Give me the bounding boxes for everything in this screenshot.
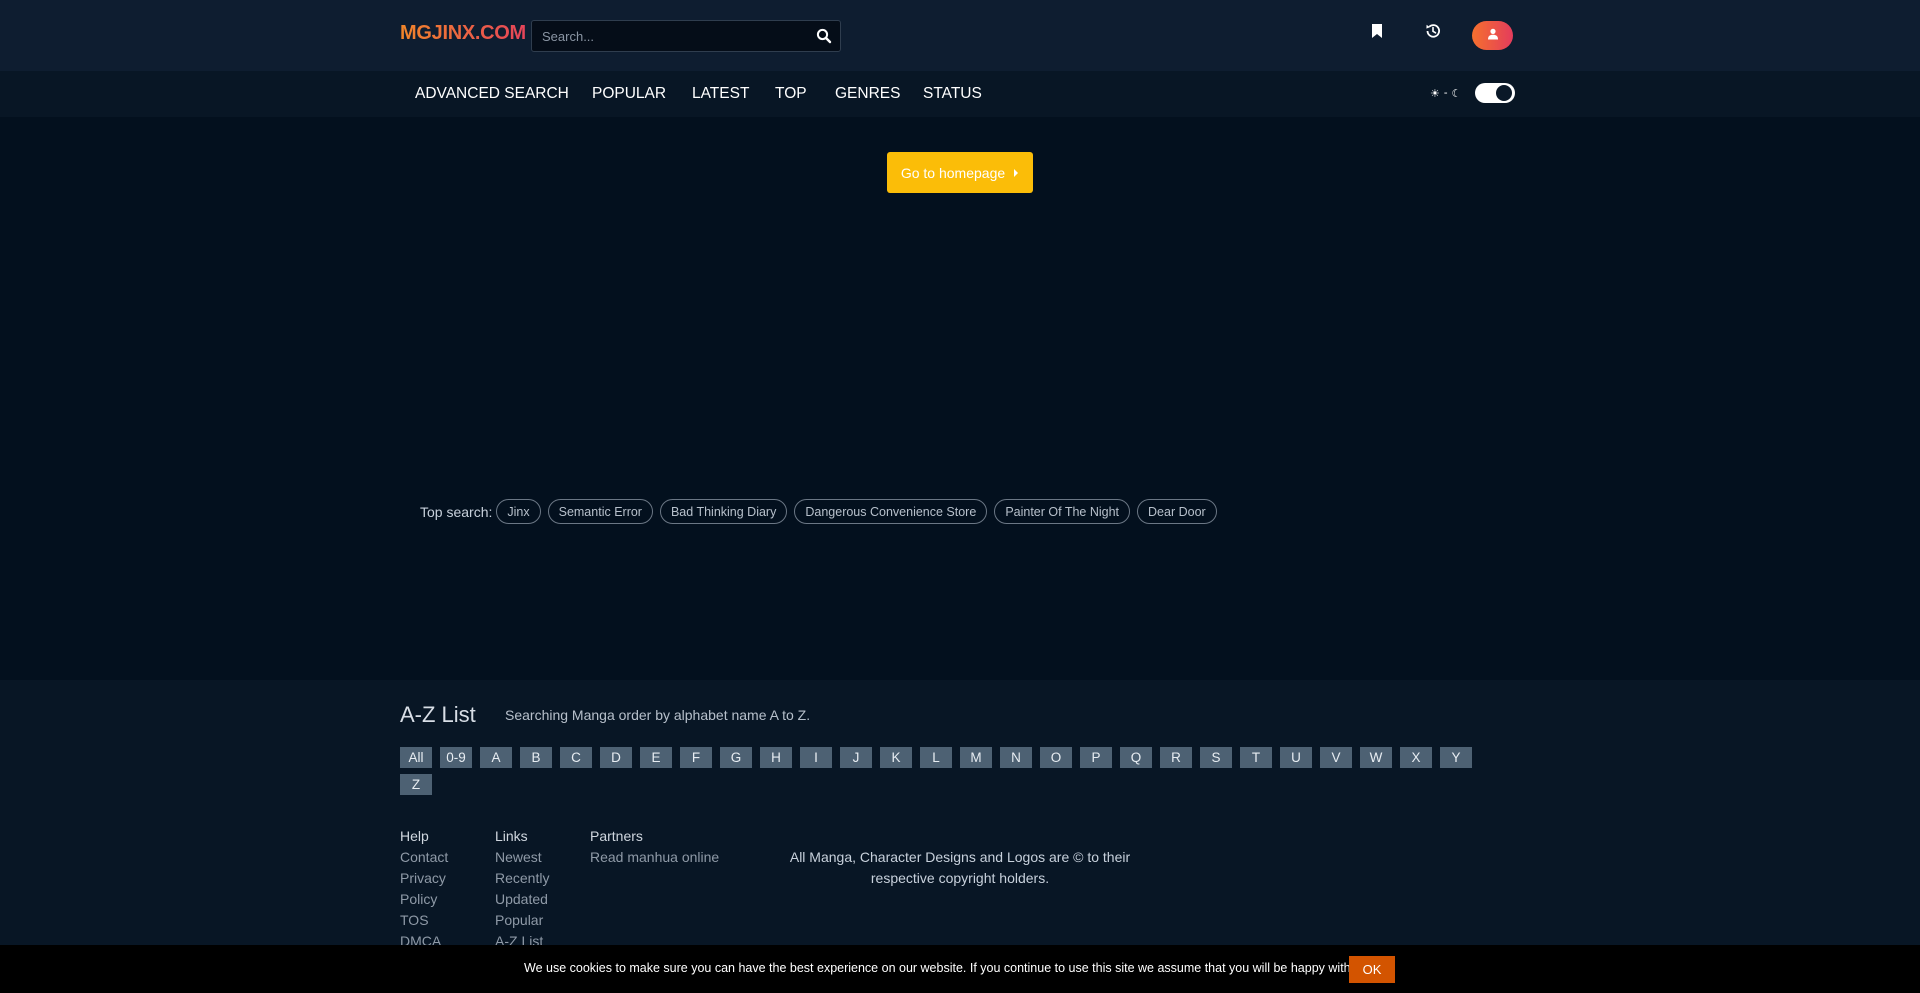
top-header: MGJINX.COM (0, 0, 1920, 71)
footer-column-title: Help (400, 828, 429, 844)
footer-links-column: Links Newest Recently Updated Popular A-… (495, 826, 549, 952)
footer-link-read-manhua[interactable]: Read manhua online (590, 847, 719, 868)
top-search-tag[interactable]: Painter Of The Night (994, 499, 1131, 524)
az-letter-all[interactable]: All (400, 747, 432, 768)
footer-link-tos[interactable]: TOS (400, 910, 448, 931)
az-letter-h[interactable]: H (760, 747, 792, 768)
top-search-tag[interactable]: Dear Door (1137, 499, 1217, 524)
az-letter-l[interactable]: L (920, 747, 952, 768)
search-icon[interactable] (816, 28, 832, 44)
az-letter-n[interactable]: N (1000, 747, 1032, 768)
theme-separator: - (1443, 87, 1448, 99)
cookie-message: We use cookies to make sure you can have… (524, 961, 1364, 975)
az-list-title: A-Z List (400, 702, 476, 727)
az-list-description: Searching Manga order by alphabet name A… (505, 707, 811, 723)
footer-link-privacy[interactable]: Privacy (400, 868, 448, 889)
az-letter-b[interactable]: B (520, 747, 552, 768)
theme-switcher: ☀ - ☾ (1430, 83, 1516, 103)
az-letter-p[interactable]: P (1080, 747, 1112, 768)
footer-link-popular[interactable]: Popular (495, 910, 549, 931)
az-letter-r[interactable]: R (1160, 747, 1192, 768)
user-menu-button[interactable] (1472, 21, 1513, 50)
top-search-tag[interactable]: Dangerous Convenience Store (794, 499, 988, 524)
caret-right-icon (1013, 165, 1019, 181)
footer-link-recently[interactable]: Recently (495, 868, 549, 889)
az-letter-y[interactable]: Y (1440, 747, 1472, 768)
top-search-tag[interactable]: Bad Thinking Diary (659, 499, 788, 524)
az-letter-v[interactable]: V (1320, 747, 1352, 768)
site-logo[interactable]: MGJINX.COM (400, 22, 526, 45)
az-letter-t[interactable]: T (1240, 747, 1272, 768)
az-letter-w[interactable]: W (1360, 747, 1392, 768)
nav-advanced-search[interactable]: ADVANCED SEARCH (415, 85, 569, 103)
footer-link-contact[interactable]: Contact (400, 847, 448, 868)
az-letter-d[interactable]: D (600, 747, 632, 768)
az-letter-z[interactable]: Z (400, 774, 432, 795)
top-search-tag[interactable]: Jinx (496, 499, 541, 524)
footer-link-policy[interactable]: Policy (400, 889, 448, 910)
az-letter-f[interactable]: F (680, 747, 712, 768)
footer-column-title: Partners (590, 828, 643, 844)
nav-top[interactable]: TOP (775, 85, 807, 103)
user-icon (1487, 27, 1499, 45)
top-search-label: Top search: (420, 503, 493, 520)
go-to-homepage-button[interactable]: Go to homepage (887, 152, 1033, 193)
copyright-notice: All Manga, Character Designs and Logos a… (789, 849, 1131, 886)
az-letter-k[interactable]: K (880, 747, 912, 768)
footer-partners-column: Partners Read manhua online (590, 826, 719, 868)
az-letter-u[interactable]: U (1280, 747, 1312, 768)
history-icon[interactable] (1424, 22, 1442, 40)
az-letter-a[interactable]: A (480, 747, 512, 768)
top-search: Top search: Jinx Semantic Error Bad Thin… (420, 499, 1217, 524)
moon-icon: ☾ (1451, 87, 1462, 100)
home-button-label: Go to homepage (900, 164, 1006, 181)
bookmark-icon[interactable] (1368, 22, 1386, 40)
az-letter-0-9[interactable]: 0-9 (440, 747, 472, 768)
az-letter-s[interactable]: S (1200, 747, 1232, 768)
nav-popular[interactable]: POPULAR (592, 85, 666, 103)
az-letter-g[interactable]: G (720, 747, 752, 768)
az-letter-x[interactable]: X (1400, 747, 1432, 768)
footer-link-newest[interactable]: Newest (495, 847, 549, 868)
cookie-banner: We use cookies to make sure you can have… (0, 945, 1920, 993)
theme-toggle[interactable] (1475, 83, 1516, 103)
nav-genres[interactable]: GENRES (835, 85, 900, 103)
top-search-tag[interactable]: Semantic Error (547, 499, 653, 524)
nav-status[interactable]: STATUS (923, 85, 982, 103)
az-letter-m[interactable]: M (960, 747, 992, 768)
az-letter-o[interactable]: O (1040, 747, 1072, 768)
search-box (531, 20, 841, 52)
az-letter-i[interactable]: I (800, 747, 832, 768)
az-letter-q[interactable]: Q (1120, 747, 1152, 768)
az-letter-c[interactable]: C (560, 747, 592, 768)
search-input[interactable] (532, 21, 802, 51)
footer-column-title: Links (495, 828, 528, 844)
footer-help-column: Help Contact Privacy Policy TOS DMCA (400, 826, 448, 952)
az-letter-j[interactable]: J (840, 747, 872, 768)
az-letter-e[interactable]: E (640, 747, 672, 768)
main-nav: ADVANCED SEARCH POPULAR LATEST TOP GENRE… (0, 71, 1920, 117)
toggle-knob (1496, 85, 1513, 101)
sun-icon: ☀ (1430, 87, 1440, 100)
nav-latest[interactable]: LATEST (692, 85, 749, 103)
cookie-ok-button[interactable]: OK (1349, 956, 1395, 983)
footer-link-updated[interactable]: Updated (495, 889, 549, 910)
